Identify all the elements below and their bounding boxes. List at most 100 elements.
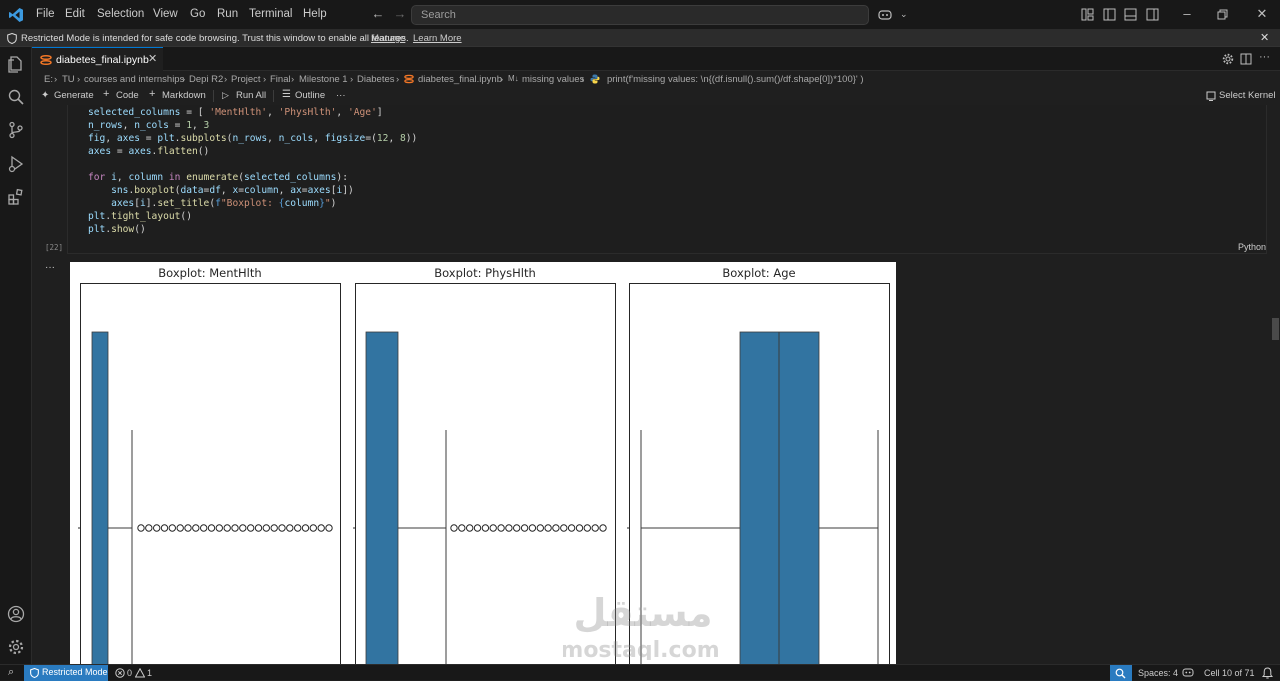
indentation-status[interactable]: Spaces: 4 bbox=[1138, 668, 1178, 678]
search-icon[interactable] bbox=[7, 88, 25, 106]
restricted-mode-label: Restricted Mode bbox=[42, 667, 108, 677]
add-markdown-button[interactable]: Markdown bbox=[162, 90, 206, 101]
jupyter-icon bbox=[404, 74, 414, 84]
manage-link[interactable]: Manage bbox=[371, 33, 405, 44]
breadcrumb-file[interactable]: diabetes_final.ipynb bbox=[418, 74, 502, 85]
toggle-primary-sidebar-icon[interactable] bbox=[1103, 8, 1116, 21]
remote-icon[interactable]: ⌕ bbox=[8, 666, 14, 679]
outline-icon: ☰ bbox=[282, 89, 291, 100]
editor-tabs: diabetes_final.ipynb ✕ ··· bbox=[32, 47, 1280, 71]
breadcrumb-tu[interactable]: TU bbox=[62, 74, 75, 85]
tab-diabetes-final[interactable]: diabetes_final.ipynb ✕ bbox=[32, 47, 163, 71]
menu-help[interactable]: Help bbox=[303, 8, 327, 20]
code-line: sns.boxplot(data=df, x=column, ax=axes[i… bbox=[111, 185, 354, 196]
banner-text: Restricted Mode is intended for safe cod… bbox=[21, 33, 409, 44]
status-bar: ⌕ Restricted Mode 0 1 Spaces: 4 Cell 10 … bbox=[0, 664, 1280, 681]
code-line: plt.tight_layout() bbox=[88, 211, 192, 222]
tab-label: diabetes_final.ipynb bbox=[56, 54, 149, 66]
learn-more-link[interactable]: Learn More bbox=[413, 33, 462, 44]
customize-layout-icon[interactable] bbox=[1081, 8, 1094, 21]
run-debug-icon[interactable] bbox=[7, 155, 25, 173]
more-toolbar-icon[interactable]: ··· bbox=[336, 90, 346, 101]
select-kernel-button[interactable]: Select Kernel bbox=[1219, 90, 1276, 101]
menu-go[interactable]: Go bbox=[190, 8, 205, 20]
chevron-down-icon[interactable]: ⌄ bbox=[900, 9, 908, 20]
toggle-panel-icon[interactable] bbox=[1124, 8, 1137, 21]
menu-run[interactable]: Run bbox=[217, 8, 238, 20]
explorer-icon[interactable] bbox=[7, 55, 25, 73]
copilot-icon[interactable] bbox=[878, 9, 892, 21]
run-all-icon: ▷ bbox=[222, 90, 229, 100]
breadcrumb-diabetes[interactable]: Diabetes bbox=[357, 74, 395, 85]
boxplot-figure: Boxplot: MentHlth Boxplot: PhysHlth Boxp… bbox=[70, 262, 896, 664]
breadcrumb-courses[interactable]: courses and internships bbox=[84, 74, 184, 85]
add-code-button[interactable]: Code bbox=[116, 90, 139, 101]
search-input[interactable]: Search ⌄ bbox=[411, 5, 908, 25]
back-arrow-icon[interactable]: ← bbox=[371, 7, 385, 21]
breadcrumb-section[interactable]: missing values bbox=[522, 74, 584, 85]
cell-language[interactable]: Python bbox=[1238, 242, 1266, 252]
restore-icon[interactable] bbox=[1217, 9, 1228, 20]
zoom-indicator[interactable] bbox=[1110, 665, 1132, 681]
mostaql-watermark: مستقل mostaql.com bbox=[563, 591, 720, 660]
breadcrumb-final[interactable]: Final bbox=[270, 74, 291, 85]
add-markdown-icon: + bbox=[149, 88, 156, 100]
markdown-icon: M↓ bbox=[508, 74, 519, 83]
menu-selection[interactable]: Selection bbox=[97, 8, 144, 20]
breadcrumb-code[interactable]: print(f'missing values: \n{(df.isnull().… bbox=[607, 74, 864, 85]
notebook-toolbar: ✦ Generate + Code + Markdown ▷ Run All ☰… bbox=[32, 87, 1280, 105]
cell-position-status[interactable]: Cell 10 of 71 bbox=[1204, 668, 1255, 678]
menu-file[interactable]: File bbox=[36, 8, 55, 20]
restricted-mode-banner: Restricted Mode is intended for safe cod… bbox=[0, 30, 1280, 47]
activity-bar bbox=[0, 47, 32, 664]
plot-title-physhlth: Boxplot: PhysHlth bbox=[434, 266, 536, 280]
error-count[interactable]: 0 bbox=[127, 668, 132, 678]
code-line: selected_columns = [ 'MentHlth', 'PhysHl… bbox=[88, 107, 383, 118]
close-banner-icon[interactable]: ✕ bbox=[1260, 31, 1269, 44]
cell-execution-count: [22] bbox=[45, 243, 64, 252]
kernel-icon bbox=[1206, 91, 1216, 101]
code-line: for i, column in enumerate(selected_colu… bbox=[88, 172, 348, 183]
menu-edit[interactable]: Edit bbox=[65, 8, 85, 20]
warning-count[interactable]: 1 bbox=[147, 668, 152, 678]
run-all-button[interactable]: Run All bbox=[236, 90, 266, 101]
sparkle-icon: ✦ bbox=[41, 90, 50, 101]
editor-scrollbar-thumb[interactable] bbox=[1272, 318, 1279, 340]
minimize-icon[interactable]: – bbox=[1180, 7, 1194, 21]
jupyter-icon bbox=[40, 54, 52, 66]
menu-terminal[interactable]: Terminal bbox=[249, 8, 292, 20]
gear-icon[interactable] bbox=[1222, 53, 1234, 65]
code-line: axes[i].set_title(f"Boxplot: {column}") bbox=[111, 198, 337, 209]
split-editor-icon[interactable] bbox=[1240, 53, 1252, 65]
breadcrumb-e[interactable]: E: bbox=[44, 74, 53, 85]
generate-button[interactable]: Generate bbox=[54, 90, 94, 101]
toggle-secondary-sidebar-icon[interactable] bbox=[1146, 8, 1159, 21]
account-icon[interactable] bbox=[7, 605, 25, 623]
breadcrumb-depi[interactable]: Depi R2 bbox=[189, 74, 223, 85]
vscode-logo-icon bbox=[9, 8, 23, 22]
zoom-icon bbox=[1115, 668, 1126, 679]
menu-view[interactable]: View bbox=[153, 8, 178, 20]
watermark-latin: mostaql.com bbox=[563, 638, 720, 660]
more-actions-icon[interactable]: ··· bbox=[1259, 51, 1270, 63]
breadcrumb-milestone[interactable]: Milestone 1 bbox=[299, 74, 348, 85]
close-tab-icon[interactable]: ✕ bbox=[148, 52, 157, 65]
code-line: axes = axes.flatten() bbox=[88, 146, 210, 157]
breadcrumb-project[interactable]: Project bbox=[231, 74, 261, 85]
error-icon bbox=[115, 668, 125, 678]
plot-title-age: Boxplot: Age bbox=[722, 266, 795, 280]
settings-gear-icon[interactable] bbox=[7, 638, 25, 656]
python-icon bbox=[590, 74, 600, 84]
shield-icon bbox=[30, 668, 39, 678]
code-cell[interactable]: selected_columns = [ 'MentHlth', 'PhysHl… bbox=[67, 105, 1267, 254]
extensions-icon[interactable] bbox=[7, 188, 25, 206]
restricted-mode-badge[interactable]: Restricted Mode bbox=[24, 665, 108, 681]
close-window-icon[interactable]: ✕ bbox=[1255, 7, 1269, 21]
outline-button[interactable]: Outline bbox=[295, 90, 325, 101]
source-control-icon[interactable] bbox=[7, 121, 25, 139]
copilot-status-icon[interactable] bbox=[1182, 667, 1194, 678]
forward-arrow-icon[interactable]: → bbox=[393, 7, 407, 21]
output-menu-icon[interactable]: ··· bbox=[45, 262, 55, 273]
shield-icon bbox=[7, 33, 17, 44]
notifications-bell-icon[interactable] bbox=[1262, 667, 1273, 679]
